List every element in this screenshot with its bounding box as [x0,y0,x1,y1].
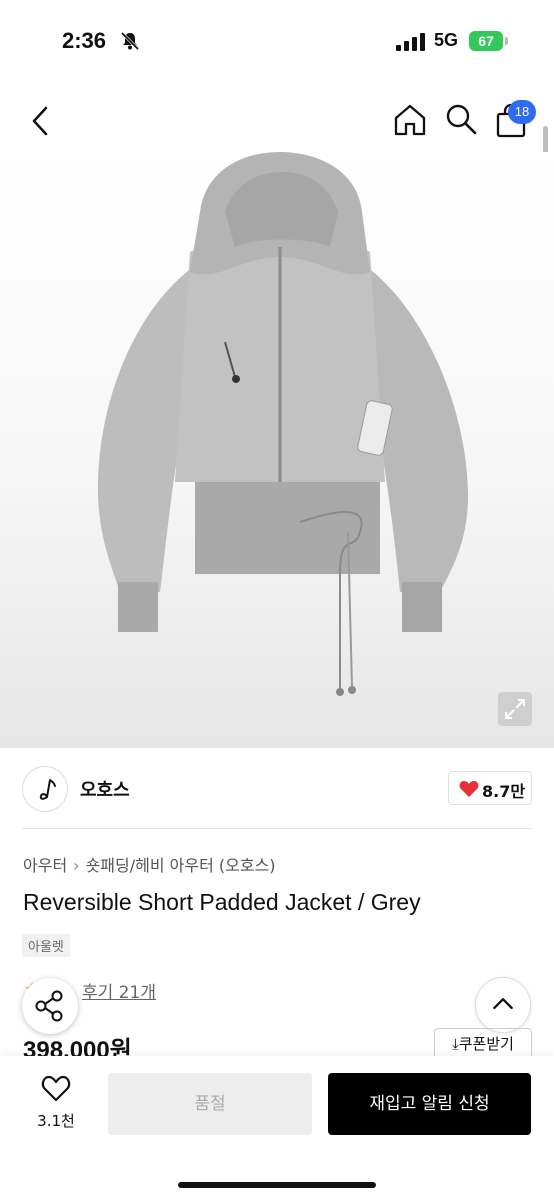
bell-off-icon [120,31,140,51]
expand-icon[interactable] [498,692,532,726]
soldout-button[interactable]: 품절 [108,1073,312,1135]
brand-like-count: 8.7만 [482,782,526,801]
outlet-tag: 아울렛 [22,934,70,957]
home-indicator [178,1182,376,1188]
home-icon[interactable] [392,102,428,138]
heart-outline-icon [41,1075,71,1102]
breadcrumb-item[interactable]: 숏패딩/헤비 아우터 (오호스) [86,856,276,875]
brand-logo-mark [39,779,56,800]
wish-count: 3.1천 [37,1112,75,1130]
brand-like-button[interactable]: 8.7만 [448,771,532,805]
back-icon[interactable] [26,104,56,138]
scroll-top-button[interactable] [475,977,531,1033]
chevron-up-icon [493,998,513,1010]
share-button[interactable] [22,978,78,1034]
product-title: Reversible Short Padded Jacket / Grey [23,889,421,915]
cart-badge: 18 [508,100,536,124]
battery-indicator: 67 [469,31,503,51]
breadcrumb: 아우터 › 숏패딩/헤비 아우터 (오호스) [23,852,276,876]
breadcrumb-item[interactable]: 아우터 [23,856,67,875]
coupon-label: 쿠폰받기 [458,1035,514,1053]
status-time: 2:36 [62,28,107,53]
heart-icon [459,781,479,797]
brand-logo[interactable] [22,766,68,812]
jacket-illustration [97,152,469,696]
network-type: 5G [434,30,459,50]
chevron-right-icon: › [73,856,80,875]
restock-alert-button[interactable]: 재입고 알림 신청 [328,1073,531,1135]
divider [22,828,532,829]
download-icon: ⤓ [452,1035,459,1053]
status-bar: 2:36 5G 67 [0,0,554,84]
wish-button[interactable]: 3.1천 [34,1074,78,1134]
review-link[interactable]: 후기 21개 [82,978,156,1003]
brand-name[interactable]: 오호스 [80,776,130,802]
battery-tip [505,37,508,45]
share-icon [35,990,63,1022]
search-icon[interactable] [444,102,478,136]
signal-icon [396,33,425,51]
product-image[interactable] [0,152,554,748]
